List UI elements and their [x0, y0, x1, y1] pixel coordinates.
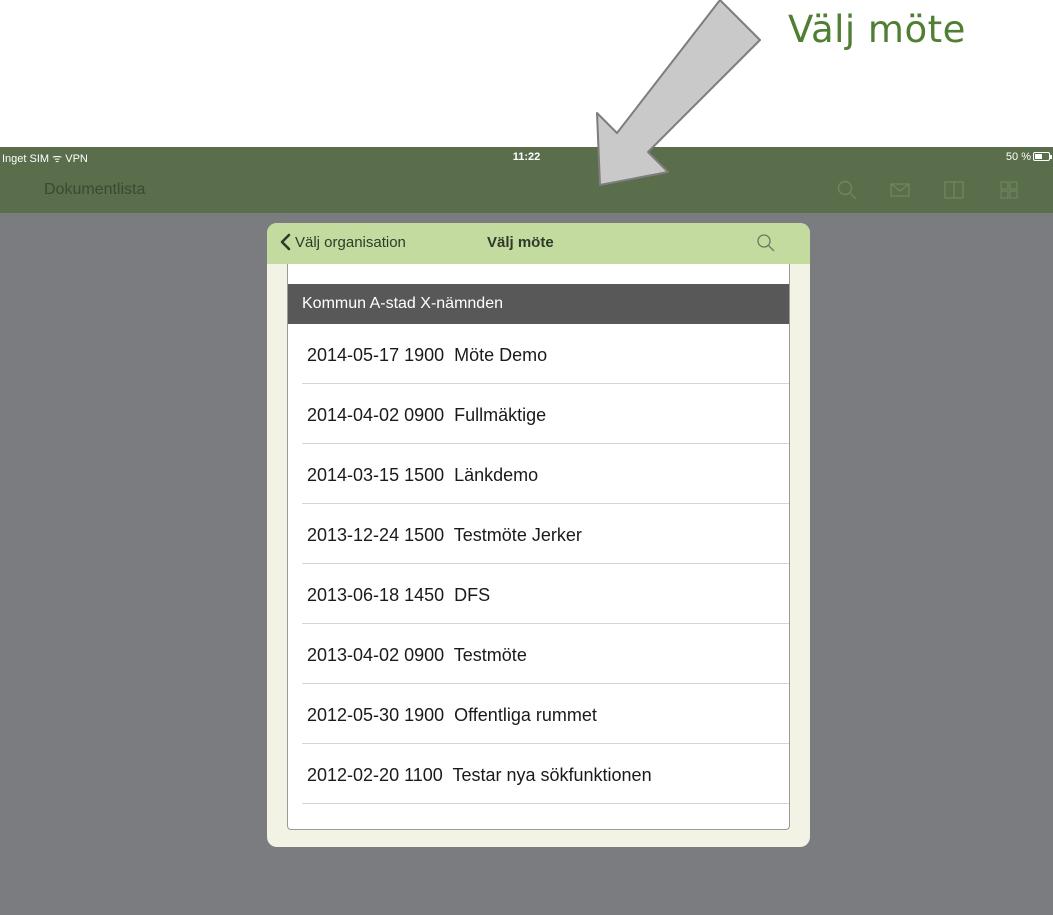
list-item[interactable]: 2014-04-02 0900 Fullmäktige — [288, 384, 789, 444]
status-bar: Inget SIM ᯤ VPN 11:22 50 % — [0, 147, 1053, 167]
list-item[interactable]: 2013-04-02 0900 Testmöte — [288, 624, 789, 684]
ipad-screen: Inget SIM ᯤ VPN 11:22 50 % Dokumentlista — [0, 147, 1053, 915]
meeting-label: 2014-03-15 1500 Länkdemo — [307, 465, 539, 485]
list-item[interactable]: 2012-02-20 1100 Testar nya sökfunktionen — [288, 744, 789, 804]
meeting-label: 2012-05-30 1900 Offentliga rummet — [307, 705, 597, 725]
popover-header: Välj organisation Välj möte — [267, 223, 810, 264]
meeting-label: 2013-06-18 1450 DFS — [307, 585, 491, 605]
meeting-label: 2013-04-02 0900 Testmöte — [307, 645, 527, 665]
meeting-list[interactable]: Kommun A-stad X-nämnden 2014-05-17 1900 … — [287, 264, 790, 830]
mail-icon[interactable] — [889, 179, 911, 201]
meeting-label: 2013-12-24 1500 Testmöte Jerker — [307, 525, 582, 545]
search-icon[interactable] — [755, 232, 777, 254]
popover-title: Välj möte — [487, 234, 554, 251]
list-item[interactable]: 2013-12-24 1500 Testmöte Jerker — [288, 504, 789, 564]
meeting-label: 2014-04-02 0900 Fullmäktige — [307, 405, 547, 425]
list-item[interactable]: 2013-06-18 1450 DFS — [288, 564, 789, 624]
row-divider — [302, 803, 789, 804]
list-item[interactable]: 2014-03-15 1500 Länkdemo — [288, 444, 789, 504]
grid-icon[interactable] — [998, 179, 1020, 201]
meeting-popover: Välj organisation Välj möte Kommun A-sta… — [267, 223, 810, 847]
battery-icon — [1033, 152, 1052, 161]
clock-label: 11:22 — [512, 151, 541, 163]
annotation-caption: Välj möte — [788, 8, 966, 51]
back-label: Välj organisation — [295, 233, 406, 251]
section-header: Kommun A-stad X-nämnden — [288, 284, 789, 324]
meeting-label: 2012-02-20 1100 Testar nya sökfunktionen — [307, 765, 652, 785]
book-icon[interactable] — [943, 179, 965, 201]
nav-title[interactable]: Dokumentlista — [44, 181, 145, 199]
list-item[interactable]: 2012-05-30 1900 Offentliga rummet — [288, 684, 789, 744]
back-button[interactable]: Välj organisation — [279, 233, 406, 251]
battery-label: 50 % — [1005, 151, 1031, 163]
nav-bar: Dokumentlista — [0, 167, 1053, 213]
search-icon[interactable] — [836, 179, 858, 201]
meeting-label: 2014-05-17 1900 Möte Demo — [307, 345, 548, 365]
chevron-left-icon — [280, 233, 291, 251]
list-item[interactable]: 2014-05-17 1900 Möte Demo — [288, 324, 789, 384]
